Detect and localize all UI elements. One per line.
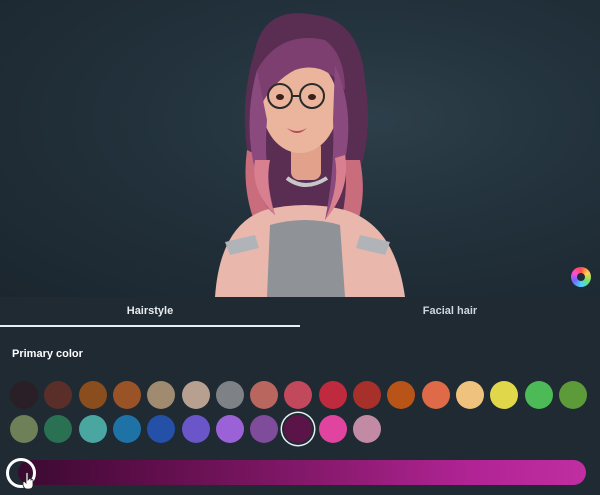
color-wheel-icon[interactable]: [571, 267, 591, 287]
color-swatch[interactable]: [79, 415, 107, 443]
color-swatch[interactable]: [113, 381, 141, 409]
color-swatch[interactable]: [216, 415, 244, 443]
color-swatch[interactable]: [182, 381, 210, 409]
color-swatch[interactable]: [284, 381, 312, 409]
color-swatch[interactable]: [525, 381, 553, 409]
color-shade-slider[interactable]: [18, 460, 586, 485]
color-swatch[interactable]: [147, 381, 175, 409]
color-swatch[interactable]: [559, 381, 587, 409]
color-swatch[interactable]: [490, 381, 518, 409]
tab-bar: Hairstyle Facial hair: [0, 297, 600, 327]
color-swatch[interactable]: [44, 381, 72, 409]
primary-color-label: Primary color: [12, 348, 83, 360]
color-swatch[interactable]: [284, 415, 312, 443]
color-swatch[interactable]: [147, 415, 175, 443]
color-swatch[interactable]: [10, 381, 38, 409]
character-avatar: [215, 13, 405, 297]
color-swatch[interactable]: [387, 381, 415, 409]
color-swatch[interactable]: [44, 415, 72, 443]
color-swatch[interactable]: [319, 415, 347, 443]
color-swatch[interactable]: [456, 381, 484, 409]
customization-panel: Hairstyle Facial hair Primary color: [0, 297, 600, 495]
color-swatch[interactable]: [319, 381, 347, 409]
hand-cursor-icon: [22, 472, 34, 490]
color-swatch[interactable]: [113, 415, 141, 443]
color-swatch[interactable]: [250, 415, 278, 443]
character-preview: [0, 0, 600, 297]
character-customizer: Hairstyle Facial hair Primary color: [0, 0, 600, 495]
color-swatch[interactable]: [422, 381, 450, 409]
tab-hairstyle[interactable]: Hairstyle: [0, 297, 300, 327]
color-swatch[interactable]: [353, 415, 381, 443]
active-tab-indicator: [0, 325, 300, 327]
color-swatch[interactable]: [353, 381, 381, 409]
color-swatch[interactable]: [79, 381, 107, 409]
color-swatch[interactable]: [10, 415, 38, 443]
color-swatch[interactable]: [216, 381, 244, 409]
tab-facial-hair[interactable]: Facial hair: [300, 297, 600, 327]
color-swatch[interactable]: [250, 381, 278, 409]
color-swatch[interactable]: [182, 415, 210, 443]
